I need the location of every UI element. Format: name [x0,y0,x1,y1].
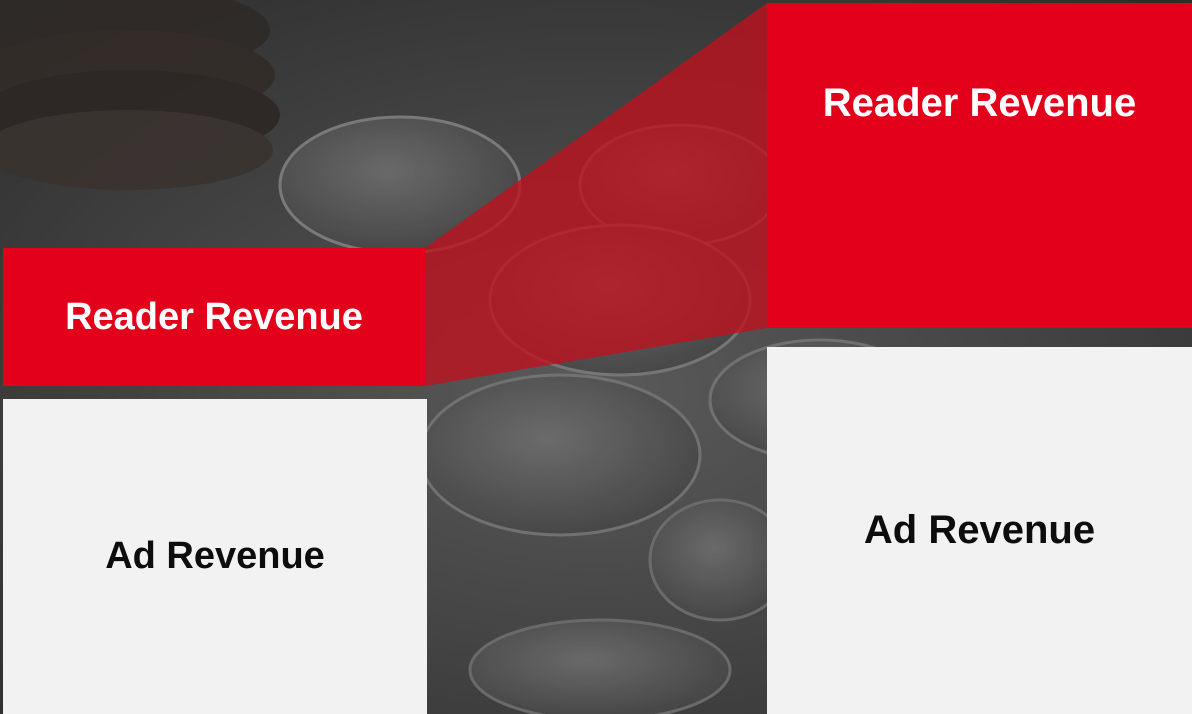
right-ad-revenue-label: Ad Revenue [863,508,1096,552]
right-reader-revenue-box: Reader Revenue [767,3,1192,328]
left-reader-revenue-label: Reader Revenue [65,295,363,338]
reader-vs-ad-revenue-diagram: Reader Revenue Ad Revenue Reader Revenue… [0,0,1192,714]
right-reader-revenue-label: Reader Revenue [822,81,1137,125]
left-reader-revenue-box: Reader Revenue [3,248,425,386]
right-ad-revenue-box: Ad Revenue [767,347,1192,714]
left-ad-revenue-label: Ad Revenue [105,535,325,577]
left-ad-revenue-box: Ad Revenue [3,399,427,714]
